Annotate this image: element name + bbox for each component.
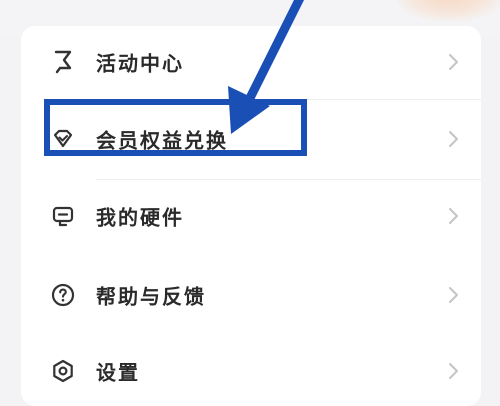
menu-item-label: 活动中心 xyxy=(96,51,184,76)
header-decoration xyxy=(395,0,500,22)
menu-item-label: 我的硬件 xyxy=(96,205,184,230)
chevron-right-icon xyxy=(449,54,458,70)
menu-item-label: 帮助与反馈 xyxy=(96,284,206,309)
menu-item-label: 会员权益兑换 xyxy=(96,128,228,153)
divider xyxy=(96,179,481,180)
menu-item-help-feedback[interactable]: 帮助与反馈 xyxy=(21,265,481,325)
menu-item-activity-center[interactable]: 活动中心 xyxy=(21,32,481,92)
question-circle-icon xyxy=(50,282,76,308)
chevron-right-icon xyxy=(449,287,458,303)
menu-item-settings[interactable]: 设置 xyxy=(21,341,481,401)
chevron-right-icon xyxy=(449,208,458,224)
device-icon xyxy=(50,203,76,229)
menu-item-label: 设置 xyxy=(96,360,140,385)
flag-icon xyxy=(50,49,76,75)
chevron-right-icon xyxy=(449,131,458,147)
chevron-right-icon xyxy=(449,363,458,379)
settings-hex-icon xyxy=(50,358,76,384)
menu-item-my-hardware[interactable]: 我的硬件 xyxy=(21,186,481,246)
menu-item-member-rights-exchange[interactable]: 会员权益兑换 xyxy=(21,109,481,169)
diamond-check-icon xyxy=(50,126,76,152)
divider xyxy=(96,99,481,100)
